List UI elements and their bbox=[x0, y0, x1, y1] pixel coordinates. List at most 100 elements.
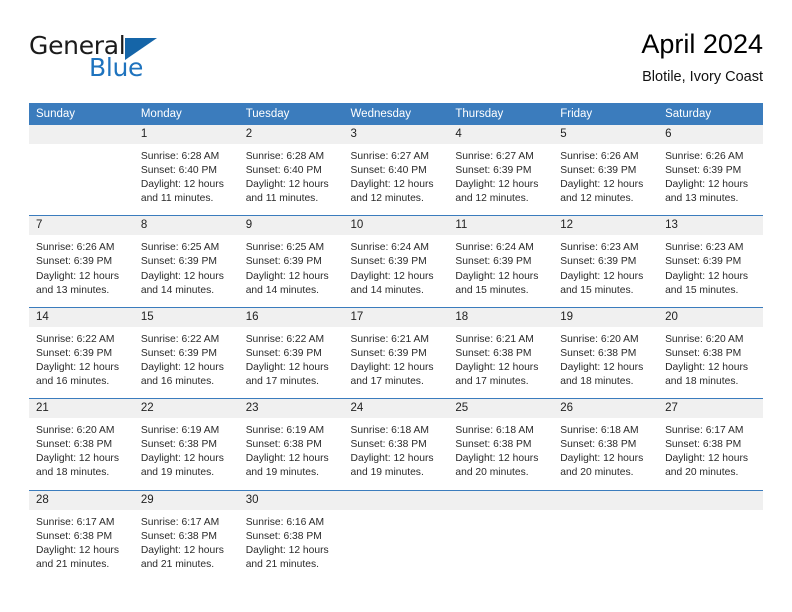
daylight-text-line2: and 12 minutes. bbox=[350, 193, 424, 205]
sunrise-text: Sunrise: 6:25 AM bbox=[140, 242, 220, 254]
daylight-text-line1: Daylight: 12 hours bbox=[560, 361, 644, 373]
daylight-text-line1: Daylight: 12 hours bbox=[455, 361, 539, 373]
day-details: Sunrise: 6:18 AM Sunset: 6:38 PM Daylight:… bbox=[448, 418, 553, 489]
title-block: April 2024 Blotile, Ivory Coast bbox=[641, 28, 763, 87]
daylight-text-line2: and 21 minutes. bbox=[36, 558, 110, 570]
calendar-week-row: 28 Sunrise: 6:17 AM Sunset: 6:38 PM Dayligh… bbox=[29, 489, 763, 581]
daylight-text-line2: and 12 minutes. bbox=[455, 193, 529, 205]
day-details: Sunrise: 6:20 AM Sunset: 6:38 PM Daylight:… bbox=[553, 327, 658, 398]
calendar-day-cell[interactable]: 21 Sunrise: 6:20 AM Sunset: 6:38 PM Dayligh… bbox=[29, 398, 134, 490]
sunrise-text: Sunrise: 6:23 AM bbox=[560, 242, 639, 254]
day-details: Sunrise: 6:23 AM Sunset: 6:39 PM Daylight:… bbox=[658, 235, 763, 306]
daylight-text-line2: and 12 minutes. bbox=[560, 193, 634, 205]
calendar-cell-empty bbox=[448, 489, 554, 581]
daylight-text-line1: Daylight: 12 hours bbox=[140, 361, 224, 373]
calendar-day-cell[interactable]: 28 Sunrise: 6:17 AM Sunset: 6:38 PM Dayligh… bbox=[29, 489, 134, 581]
day-details: Sunrise: 6:25 AM Sunset: 6:39 PM Daylight:… bbox=[134, 235, 239, 306]
day-details bbox=[344, 510, 449, 581]
calendar-day-cell[interactable]: 6 Sunrise: 6:26 AM Sunset: 6:39 PM Daylight… bbox=[658, 125, 763, 216]
sunrise-text: Sunrise: 6:26 AM bbox=[36, 242, 115, 254]
day-number: 18 bbox=[448, 307, 554, 327]
daylight-text-line1: Daylight: 12 hours bbox=[350, 453, 434, 465]
calendar-day-cell[interactable]: 30 Sunrise: 6:16 AM Sunset: 6:38 PM Dayligh… bbox=[238, 489, 344, 581]
calendar-day-cell[interactable]: 25 Sunrise: 6:18 AM Sunset: 6:38 PM Dayligh… bbox=[448, 398, 554, 490]
sunset-text: Sunset: 6:38 PM bbox=[140, 439, 217, 451]
day-number: 16 bbox=[238, 307, 344, 327]
daylight-text-line1: Daylight: 12 hours bbox=[36, 361, 119, 373]
calendar-day-cell[interactable]: 18 Sunrise: 6:21 AM Sunset: 6:38 PM Dayligh… bbox=[448, 306, 554, 399]
calendar-day-cell[interactable]: 4 Sunrise: 6:27 AM Sunset: 6:39 PM Daylight… bbox=[448, 125, 554, 216]
calendar-day-cell[interactable]: 29 Sunrise: 6:17 AM Sunset: 6:38 PM Dayligh… bbox=[133, 489, 239, 581]
calendar-cell-empty bbox=[553, 489, 659, 581]
sunset-text: Sunset: 6:39 PM bbox=[350, 347, 427, 359]
weekday-header-monday: Monday bbox=[133, 103, 239, 125]
daylight-text-line1: Daylight: 12 hours bbox=[140, 270, 224, 282]
day-number: 4 bbox=[448, 125, 554, 144]
calendar-day-cell[interactable]: 23 Sunrise: 6:19 AM Sunset: 6:38 PM Dayligh… bbox=[238, 398, 344, 490]
day-details: Sunrise: 6:20 AM Sunset: 6:38 PM Daylight:… bbox=[658, 327, 763, 398]
calendar-day-cell[interactable]: 15 Sunrise: 6:22 AM Sunset: 6:39 PM Dayligh… bbox=[133, 306, 239, 399]
sunrise-text: Sunrise: 6:23 AM bbox=[665, 242, 744, 254]
day-details: Sunrise: 6:16 AM Sunset: 6:38 PM Daylight:… bbox=[239, 510, 344, 581]
daylight-text-line1: Daylight: 12 hours bbox=[665, 453, 749, 465]
calendar-day-cell[interactable]: 24 Sunrise: 6:18 AM Sunset: 6:38 PM Dayligh… bbox=[343, 398, 449, 490]
daylight-text-line1: Daylight: 12 hours bbox=[350, 361, 434, 373]
calendar-day-cell[interactable]: 11 Sunrise: 6:24 AM Sunset: 6:39 PM Dayligh… bbox=[448, 215, 554, 308]
sunrise-text: Sunrise: 6:19 AM bbox=[140, 425, 220, 437]
calendar-day-cell[interactable]: 7 Sunrise: 6:26 AM Sunset: 6:39 PM Daylight… bbox=[29, 215, 134, 308]
sunrise-text: Sunrise: 6:25 AM bbox=[245, 242, 325, 254]
day-details: Sunrise: 6:19 AM Sunset: 6:38 PM Daylight:… bbox=[239, 418, 344, 489]
calendar-day-cell[interactable]: 9 Sunrise: 6:25 AM Sunset: 6:39 PM Daylight… bbox=[238, 215, 344, 308]
day-details: Sunrise: 6:22 AM Sunset: 6:39 PM Daylight:… bbox=[134, 327, 239, 398]
calendar-week-row: 7 Sunrise: 6:26 AM Sunset: 6:39 PM Daylight… bbox=[29, 215, 763, 308]
day-number: 25 bbox=[448, 399, 554, 419]
sunrise-text: Sunrise: 6:28 AM bbox=[245, 151, 325, 162]
calendar-day-cell[interactable]: 5 Sunrise: 6:26 AM Sunset: 6:39 PM Daylight… bbox=[553, 125, 659, 216]
general-blue-logo[interactable]: General Blue bbox=[29, 32, 249, 88]
sunrise-text: Sunrise: 6:22 AM bbox=[140, 333, 220, 345]
calendar-day-cell[interactable]: 12 Sunrise: 6:23 AM Sunset: 6:39 PM Dayligh… bbox=[553, 215, 659, 308]
day-number: 2 bbox=[238, 125, 344, 144]
calendar-day-cell[interactable]: 8 Sunrise: 6:25 AM Sunset: 6:39 PM Daylight… bbox=[133, 215, 239, 308]
daylight-text-line2: and 20 minutes. bbox=[560, 467, 634, 479]
daylight-text-line2: and 17 minutes. bbox=[245, 376, 319, 388]
calendar-day-cell[interactable]: 20 Sunrise: 6:20 AM Sunset: 6:38 PM Dayligh… bbox=[658, 306, 763, 399]
sunset-text: Sunset: 6:40 PM bbox=[245, 165, 322, 177]
daylight-text-line1: Daylight: 12 hours bbox=[455, 179, 539, 191]
sunrise-text: Sunrise: 6:18 AM bbox=[560, 425, 639, 437]
day-details bbox=[29, 144, 134, 215]
daylight-text-line1: Daylight: 12 hours bbox=[560, 179, 644, 191]
calendar-day-cell[interactable]: 1 Sunrise: 6:28 AM Sunset: 6:40 PM Daylight… bbox=[133, 125, 239, 216]
daylight-text-line1: Daylight: 12 hours bbox=[245, 270, 329, 282]
day-number bbox=[448, 490, 554, 510]
day-number: 23 bbox=[238, 399, 344, 419]
calendar-day-cell[interactable]: 14 Sunrise: 6:22 AM Sunset: 6:39 PM Dayligh… bbox=[29, 306, 134, 399]
calendar-day-cell[interactable]: 16 Sunrise: 6:22 AM Sunset: 6:39 PM Dayligh… bbox=[238, 306, 344, 399]
daylight-text-line1: Daylight: 12 hours bbox=[455, 270, 539, 282]
daylight-text-line1: Daylight: 12 hours bbox=[665, 270, 749, 282]
calendar-day-cell[interactable]: 2 Sunrise: 6:28 AM Sunset: 6:40 PM Daylight… bbox=[238, 125, 344, 216]
daylight-text-line1: Daylight: 12 hours bbox=[560, 453, 644, 465]
sunset-text: Sunset: 6:39 PM bbox=[350, 256, 427, 268]
sunrise-text: Sunrise: 6:17 AM bbox=[140, 516, 220, 528]
day-details: Sunrise: 6:26 AM Sunset: 6:39 PM Daylight:… bbox=[658, 144, 763, 215]
daylight-text-line1: Daylight: 12 hours bbox=[245, 179, 329, 191]
day-number bbox=[343, 490, 449, 510]
calendar-day-cell[interactable]: 13 Sunrise: 6:23 AM Sunset: 6:39 PM Dayligh… bbox=[658, 215, 763, 308]
calendar-day-cell[interactable]: 26 Sunrise: 6:18 AM Sunset: 6:38 PM Dayligh… bbox=[553, 398, 659, 490]
daylight-text-line2: and 15 minutes. bbox=[665, 284, 739, 296]
calendar-cell-empty bbox=[343, 489, 449, 581]
calendar-day-cell[interactable]: 22 Sunrise: 6:19 AM Sunset: 6:38 PM Dayligh… bbox=[133, 398, 239, 490]
daylight-text-line2: and 17 minutes. bbox=[350, 376, 424, 388]
calendar-day-cell[interactable]: 3 Sunrise: 6:27 AM Sunset: 6:40 PM Daylight… bbox=[343, 125, 449, 216]
sunset-text: Sunset: 6:39 PM bbox=[36, 347, 113, 359]
calendar-day-cell[interactable]: 27 Sunrise: 6:17 AM Sunset: 6:38 PM Dayligh… bbox=[658, 398, 763, 490]
page-header: General Blue April 2024 Blotile, Ivory C… bbox=[29, 28, 763, 98]
day-number: 15 bbox=[133, 307, 239, 327]
calendar-day-cell[interactable]: 17 Sunrise: 6:21 AM Sunset: 6:39 PM Dayligh… bbox=[343, 306, 449, 399]
calendar-day-cell[interactable]: 19 Sunrise: 6:20 AM Sunset: 6:38 PM Dayligh… bbox=[553, 306, 659, 399]
calendar-week-row: 1 Sunrise: 6:28 AM Sunset: 6:40 PM Daylight… bbox=[29, 125, 763, 216]
daylight-text-line2: and 14 minutes. bbox=[350, 284, 424, 296]
logo-text-blue: Blue bbox=[89, 53, 144, 82]
calendar-day-cell[interactable]: 10 Sunrise: 6:24 AM Sunset: 6:39 PM Dayligh… bbox=[343, 215, 449, 308]
